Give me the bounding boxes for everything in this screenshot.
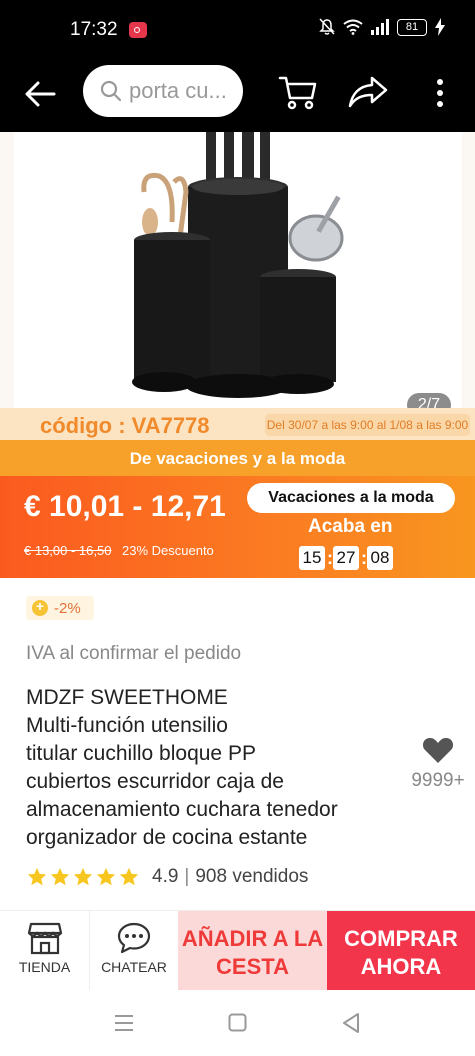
action-bar: TIENDA CHATEAR AÑADIR A LA CESTA COMPRAR…: [0, 910, 475, 991]
chat-label: CHATEAR: [101, 959, 167, 975]
product-title: MDZF SWEETHOME Multi-función utensilio t…: [26, 684, 396, 852]
product-title-line: organizador de cocina estante: [26, 826, 308, 849]
buy-now-label-line2: AHORA: [360, 954, 442, 979]
store-icon: [27, 922, 62, 955]
charging-icon: [435, 18, 445, 36]
wishlist-button[interactable]: 9999+: [408, 736, 468, 792]
countdown-minutes: 27: [333, 546, 359, 570]
battery-indicator: 81: [397, 18, 427, 36]
top-nav: porta cu...: [0, 62, 475, 132]
share-icon[interactable]: [346, 70, 390, 114]
add-to-cart-label-line2: CESTA: [216, 954, 289, 979]
coupon-date-range: Del 30/07 a las 9:00 al 1/08 a las 9:00: [265, 414, 470, 436]
search-input[interactable]: porta cu...: [83, 65, 243, 117]
knife-block-illustration: [132, 132, 344, 398]
countdown-timer: 15 : 27 : 08: [299, 546, 393, 570]
discount-label: 23% Descuento: [122, 543, 214, 558]
status-time: 17:32: [70, 19, 118, 40]
coupon-code: código : VA7778: [40, 413, 210, 438]
rating-separator: |: [184, 866, 190, 887]
countdown-separator: :: [327, 547, 333, 568]
product-title-line: cubiertos escurridor caja de: [26, 770, 284, 793]
current-price: € 10,01 - 12,71: [24, 490, 226, 523]
promo-banner[interactable]: De vacaciones y a la moda: [0, 440, 475, 476]
product-title-line: MDZF SWEETHOME: [26, 686, 228, 709]
coin-icon: [32, 598, 48, 616]
more-options-icon[interactable]: [426, 74, 454, 114]
wishlist-count: 9999+: [411, 770, 465, 791]
star-icon: [27, 867, 47, 886]
rating-row[interactable]: 4.9 | 908 vendidos: [26, 866, 308, 888]
coin-discount-badge[interactable]: -2%: [26, 596, 94, 620]
buy-now-button[interactable]: COMPRAR AHORA: [327, 911, 475, 991]
coin-discount-value: -2%: [54, 599, 81, 617]
mute-bell-icon: [319, 18, 335, 35]
chat-icon: [117, 922, 151, 954]
wifi-icon: [343, 19, 363, 35]
countdown-seconds: 08: [367, 546, 393, 570]
ends-label: Acaba en: [308, 516, 393, 537]
chat-button[interactable]: CHATEAR: [90, 911, 178, 991]
star-icon: [50, 867, 70, 886]
search-icon: [100, 80, 122, 102]
original-price: € 13,00 - 16,50: [24, 543, 112, 558]
product-title-line: Multi-función utensilio: [26, 714, 228, 737]
store-button[interactable]: TIENDA: [0, 911, 90, 991]
star-icon: [96, 867, 116, 886]
price-area: € 10,01 - 12,71 € 13,00 - 16,50 23% Desc…: [0, 476, 475, 578]
rating-stars: [26, 866, 140, 888]
screen-record-icon: [129, 22, 147, 38]
product-title-line: almacenamiento cuchara tenedor: [26, 798, 338, 821]
status-bar: 17:32 81: [0, 0, 475, 62]
add-to-cart-label-line1: AÑADIR A LA: [181, 926, 324, 951]
heart-icon: [422, 738, 454, 763]
rating-value: 4.9: [152, 866, 179, 887]
system-back-icon[interactable]: [340, 1012, 362, 1034]
search-placeholder: porta cu...: [129, 78, 227, 103]
sold-count: 908 vendidos: [195, 866, 309, 887]
star-icon: [73, 867, 93, 886]
buy-now-label-line1: COMPRAR: [344, 926, 458, 951]
countdown-hours: 15: [299, 546, 325, 570]
product-title-line: titular cuchillo bloque PP: [26, 742, 256, 765]
recent-apps-icon[interactable]: [114, 1014, 134, 1032]
star-icon: [119, 867, 139, 886]
campaign-badge[interactable]: Vacaciones a la moda: [247, 483, 455, 513]
vat-note: IVA al confirmar el pedido: [26, 643, 242, 664]
system-nav-bar: [0, 990, 475, 1056]
coupon-code-strip: código : VA7778 Del 30/07 a las 9:00 al …: [0, 408, 475, 440]
add-to-cart-button[interactable]: AÑADIR A LA CESTA: [178, 911, 327, 991]
store-label: TIENDA: [18, 959, 71, 975]
back-arrow-icon[interactable]: [22, 74, 62, 114]
cart-icon[interactable]: [276, 70, 320, 114]
signal-icon: [371, 19, 389, 35]
countdown-separator: :: [361, 547, 367, 568]
home-icon[interactable]: [228, 1013, 247, 1032]
product-image[interactable]: [0, 132, 475, 408]
status-icons: 81: [319, 18, 445, 36]
